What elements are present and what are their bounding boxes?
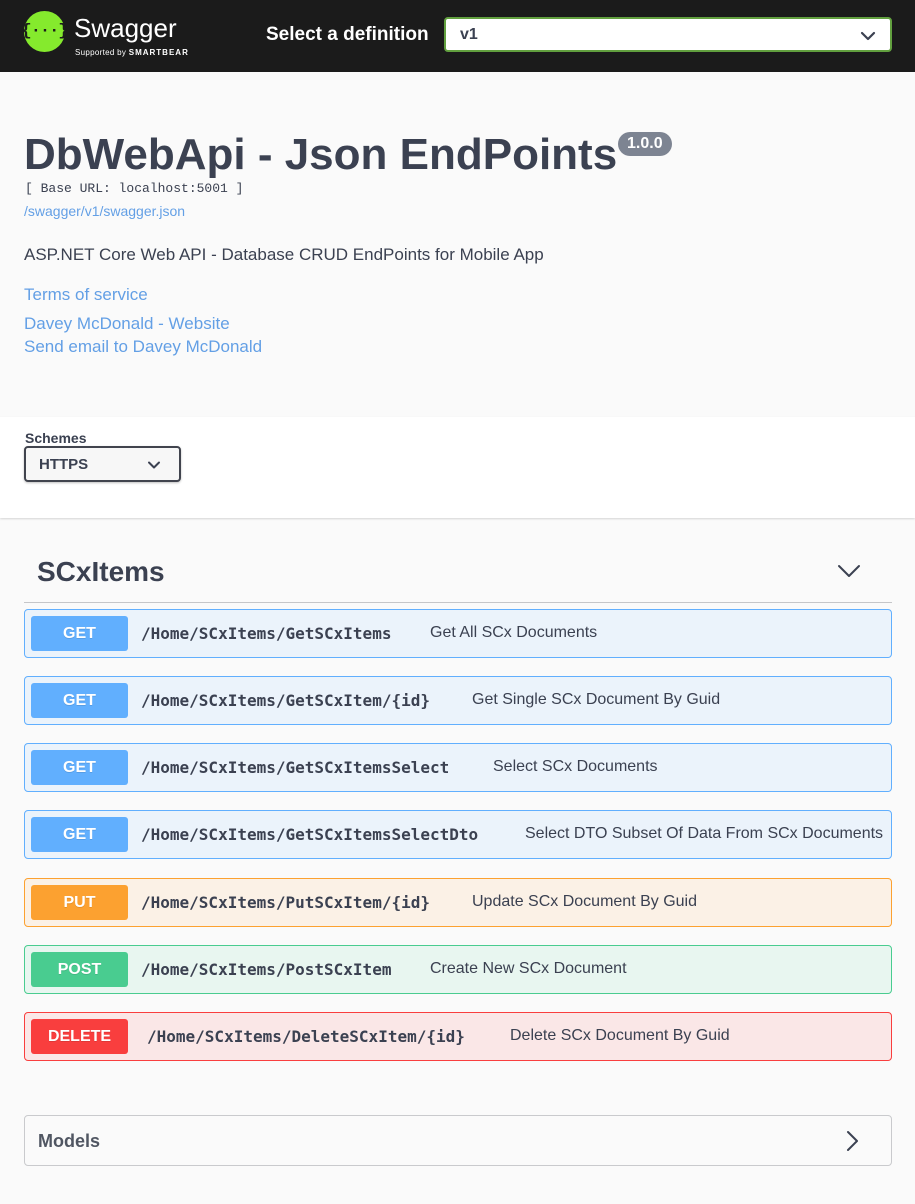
operation-summary: Create New SCx Document: [430, 960, 627, 977]
swagger-logo[interactable]: {···}: [21, 11, 69, 52]
operation-summary: Get Single SCx Document By Guid: [472, 691, 721, 708]
brand-name: Swagger: [74, 13, 177, 43]
models-section[interactable]: Models: [24, 1115, 892, 1166]
operation-get-scxitems[interactable]: GET /Home/SCxItems/GetSCxItems Get All S…: [24, 609, 892, 658]
operation-path: /Home/SCxItems/PutSCxItem/{id}: [141, 893, 430, 912]
spec-url-link[interactable]: /swagger/v1/swagger.json: [24, 203, 185, 219]
schemes-section: Schemes HTTPS: [0, 417, 915, 518]
operation-summary: Update SCx Document By Guid: [472, 893, 697, 910]
tag-header-scxitems[interactable]: SCxItems: [24, 545, 892, 603]
operation-path: /Home/SCxItems/GetSCxItemsSelect: [141, 758, 450, 777]
operation-summary: Get All SCx Documents: [430, 624, 598, 641]
method-badge: GET: [31, 683, 128, 718]
operation-summary: Select SCx Documents: [493, 758, 658, 775]
schemes-select[interactable]: HTTPS: [24, 446, 181, 482]
top-bar: {···} Swagger Supported by SMARTBEAR Sel…: [0, 0, 915, 72]
base-url: [ Base URL: localhost:5001 ]: [25, 181, 244, 196]
select-definition-label: Select a definition: [266, 24, 429, 45]
swagger-braces-icon: {···}: [21, 22, 69, 41]
chevron-right-icon[interactable]: [841, 1130, 863, 1152]
definition-select[interactable]: v1: [444, 17, 892, 52]
operation-post-scxitem[interactable]: POST /Home/SCxItems/PostSCxItem Create N…: [24, 945, 892, 994]
api-description: ASP.NET Core Web API - Database CRUD End…: [24, 245, 544, 264]
terms-of-service-link[interactable]: Terms of service: [24, 285, 148, 305]
method-badge: GET: [31, 750, 128, 785]
operation-summary: Select DTO Subset Of Data From SCx Docum…: [525, 825, 884, 842]
schemes-select-value: HTTPS: [39, 456, 89, 473]
method-badge: GET: [31, 817, 128, 852]
operation-path: /Home/SCxItems/PostSCxItem: [141, 960, 392, 979]
operation-path: /Home/SCxItems/GetSCxItem/{id}: [141, 691, 430, 710]
contact-website-link[interactable]: Davey McDonald - Website: [24, 314, 230, 334]
version-badge: 1.0.0: [618, 132, 672, 156]
method-badge: POST: [31, 952, 128, 987]
operation-summary: Delete SCx Document By Guid: [510, 1027, 730, 1044]
method-badge: DELETE: [31, 1019, 128, 1054]
operation-path: /Home/SCxItems/GetSCxItemsSelectDto: [141, 825, 479, 844]
models-label: Models: [38, 1131, 101, 1151]
operation-path: /Home/SCxItems/GetSCxItems: [141, 624, 392, 643]
operation-put-scxitem[interactable]: PUT /Home/SCxItems/PutSCxItem/{id} Updat…: [24, 878, 892, 927]
operation-get-scxitems-select-dto[interactable]: GET /Home/SCxItems/GetSCxItemsSelectDto …: [24, 810, 892, 859]
definition-select-value: v1: [460, 26, 478, 43]
method-badge: GET: [31, 616, 128, 651]
operation-get-scxitem-by-id[interactable]: GET /Home/SCxItems/GetSCxItem/{id} Get S…: [24, 676, 892, 725]
operation-delete-scxitem[interactable]: DELETE /Home/SCxItems/DeleteSCxItem/{id}…: [24, 1012, 892, 1061]
page-title: DbWebApi - Json EndPoints: [24, 130, 618, 179]
tag-name: SCxItems: [37, 556, 165, 587]
brand-company: SMARTBEAR: [128, 48, 189, 57]
method-badge: PUT: [31, 885, 128, 920]
chevron-down-icon: [860, 31, 876, 41]
chevron-down-icon[interactable]: [837, 559, 861, 583]
schemes-label: Schemes: [25, 430, 87, 446]
brand-supported-by: Supported by SMARTBEAR: [75, 48, 189, 58]
chevron-down-icon: [148, 461, 160, 469]
operation-path: /Home/SCxItems/DeleteSCxItem/{id}: [147, 1027, 465, 1046]
contact-email-link[interactable]: Send email to Davey McDonald: [24, 337, 262, 357]
brand-supported-text: Supported by: [75, 48, 127, 57]
operation-get-scxitems-select[interactable]: GET /Home/SCxItems/GetSCxItemsSelect Sel…: [24, 743, 892, 792]
